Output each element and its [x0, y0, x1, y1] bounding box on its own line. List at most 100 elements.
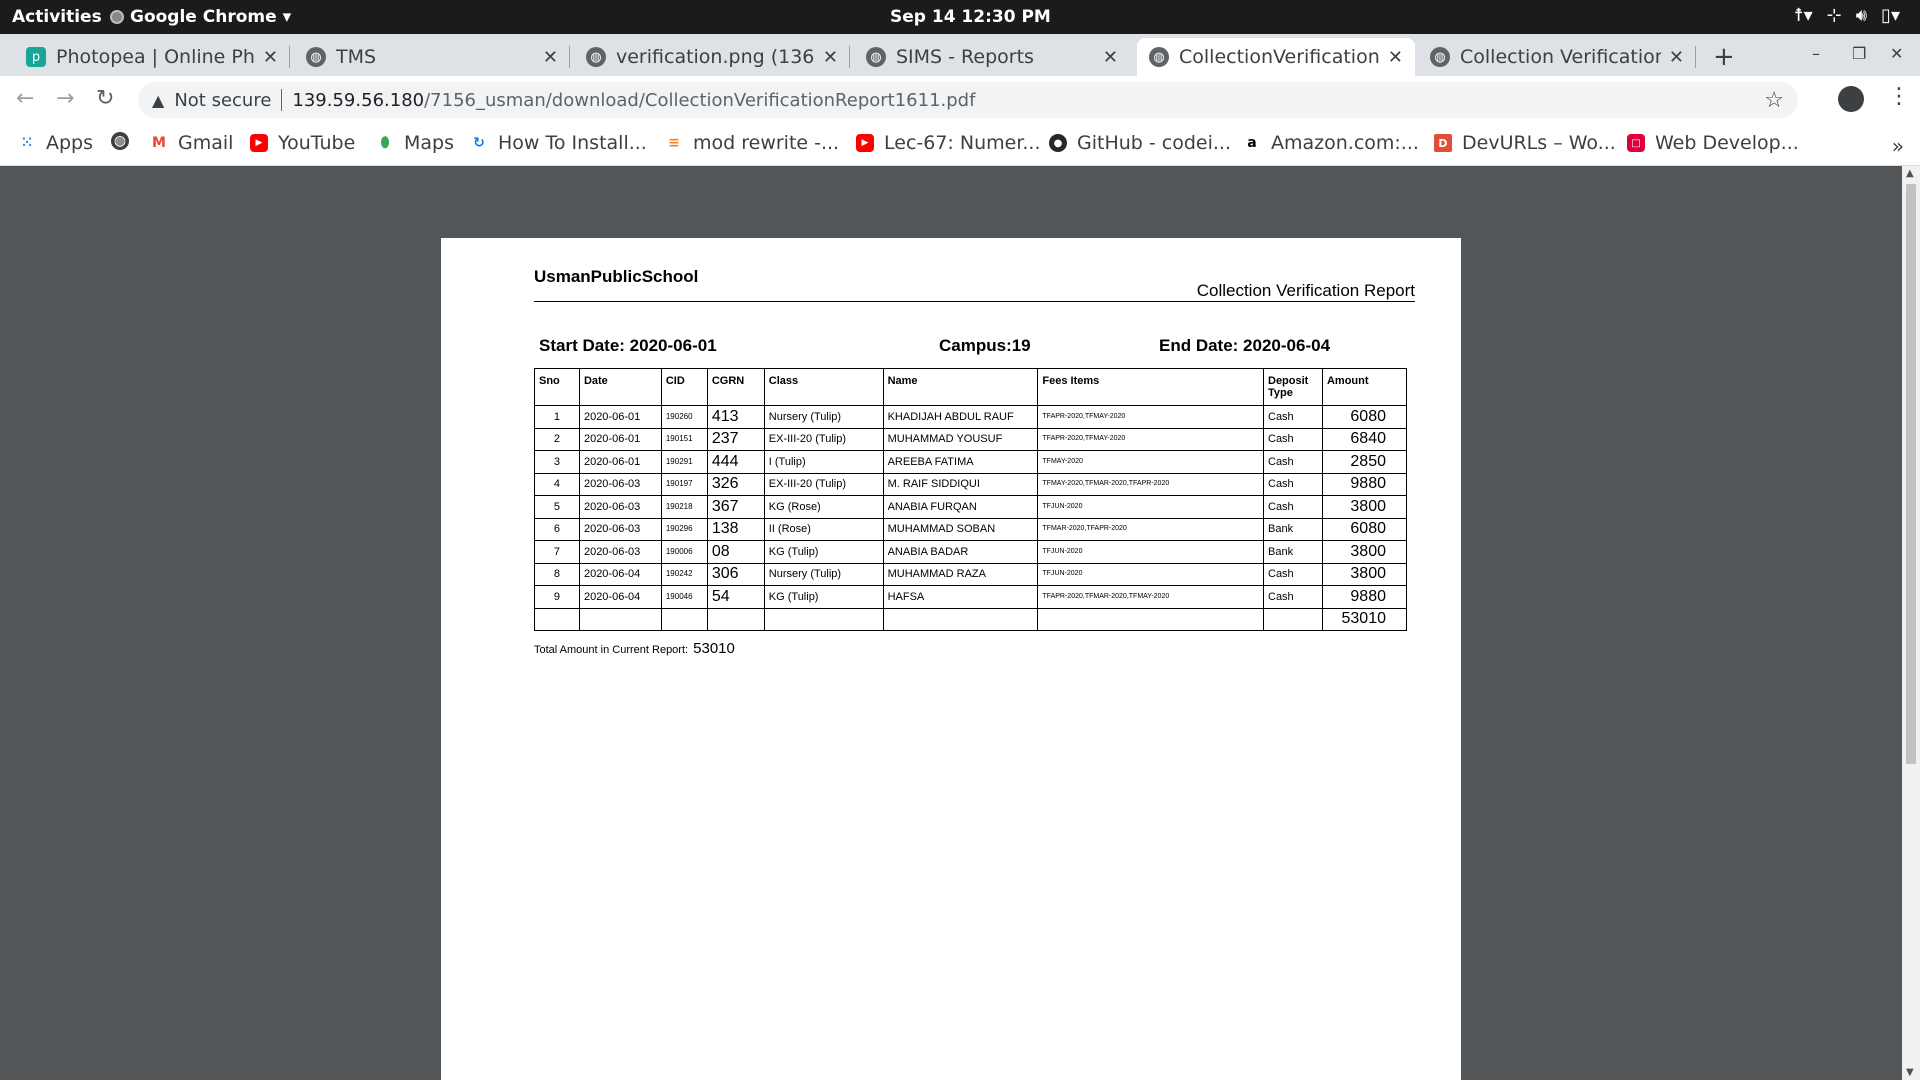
tab-title: TMS	[336, 46, 377, 68]
globe-icon: ◍	[306, 47, 326, 67]
accessibility-icon[interactable]: ☨▾	[1794, 5, 1813, 26]
table-cell: 9880	[1321, 585, 1408, 609]
tab-tms[interactable]: ◍ TMS ✕	[294, 38, 570, 76]
app-menu[interactable]: Google Chrome ▾	[110, 7, 291, 27]
tab-collection-verification-pdf[interactable]: ◍ CollectionVerificationR ✕	[1137, 38, 1415, 76]
tab-separator	[569, 46, 570, 68]
column-header: Name	[882, 368, 1039, 406]
table-cell: MUHAMMAD RAZA	[882, 562, 1039, 586]
table-cell: M. RAIF SIDDIQUI	[882, 472, 1039, 496]
tab-photopea[interactable]: p Photopea | Online Phot ✕	[14, 38, 290, 76]
column-header: CID	[660, 368, 708, 406]
table-cell: 444	[706, 450, 765, 474]
bookmark-lec-67[interactable]: ▶ Lec-67: Numer...	[856, 132, 1041, 154]
url-path[interactable]: /7156_usman/download/CollectionVerificat…	[424, 90, 975, 111]
table-cell: TFMAR-2020,TFAPR-2020	[1037, 517, 1264, 541]
app-name: Google Chrome	[130, 7, 277, 27]
bookmark-star-icon[interactable]: ☆	[1764, 88, 1784, 113]
column-header: Deposit Type	[1263, 368, 1323, 406]
globe-icon: ◍	[586, 47, 606, 67]
table-cell: 9	[534, 585, 580, 609]
bookmark-label: Amazon.com:...	[1271, 132, 1419, 154]
close-icon[interactable]: ✕	[1388, 47, 1403, 68]
tab-title: SIMS - Reports	[896, 46, 1034, 68]
bookmark-label: Web Develop...	[1655, 132, 1799, 154]
youtube-icon: ▶	[856, 134, 874, 152]
bookmark-web-develop[interactable]: □ Web Develop...	[1627, 132, 1799, 154]
tab-title: Collection Verification R	[1460, 46, 1661, 68]
table-cell: 190242	[660, 562, 708, 586]
table-cell: TFAPR-2020,TFMAR-2020,TFMAY-2020	[1037, 585, 1264, 609]
tab-collection-verification[interactable]: ◍ Collection Verification R ✕	[1418, 38, 1696, 76]
table-cell: Bank	[1263, 517, 1323, 541]
chevron-down-icon: ▾	[282, 7, 292, 27]
table-cell: 08	[706, 540, 765, 564]
system-status-area[interactable]: ☨▾ ⊹ 🔊︎ ▯▾	[1794, 5, 1900, 26]
close-icon[interactable]: ✕	[263, 47, 278, 68]
viewer-scrollbar[interactable]: ▲ ▼	[1902, 166, 1920, 1080]
header-rule	[534, 301, 1415, 302]
close-icon[interactable]: ✕	[1103, 47, 1118, 68]
reload-icon[interactable]: ↻	[96, 86, 114, 111]
bookmark-youtube[interactable]: ▶ YouTube	[250, 132, 355, 154]
close-icon[interactable]: ✕	[543, 47, 558, 68]
bookmark-how-to-install[interactable]: ↻ How To Install...	[470, 132, 647, 154]
bookmarks-overflow-icon[interactable]: »	[1892, 134, 1904, 158]
table-cell: 3	[534, 450, 580, 474]
clock[interactable]: Sep 14 12:30 PM	[890, 7, 1051, 27]
table-cell: 5	[534, 495, 580, 519]
table-cell: Cash	[1263, 495, 1323, 519]
kebab-menu-icon[interactable]: ⋮	[1888, 84, 1910, 109]
table-cell: Cash	[1263, 405, 1323, 429]
table-cell: 2020-06-04	[578, 562, 662, 586]
scroll-up-icon[interactable]: ▲	[1906, 168, 1914, 179]
globe-icon: ◍	[1149, 47, 1169, 67]
tab-title: CollectionVerificationR	[1179, 46, 1380, 68]
bookmarks-bar: ⁙ Apps ◍ M Gmail ▶ YouTube ⬮ Maps ↻ How To In…	[0, 124, 1920, 166]
table-sum-row: 53010	[534, 607, 1408, 631]
column-header: Sno	[534, 368, 580, 406]
security-label[interactable]: Not secure	[174, 90, 271, 111]
devurls-icon: D	[1434, 134, 1452, 152]
restore-icon[interactable]: ❐	[1852, 44, 1866, 63]
bookmark-label: Gmail	[178, 132, 234, 154]
warning-triangle-icon[interactable]: ▲	[152, 91, 164, 110]
url-host[interactable]: 139.59.56.180	[292, 90, 424, 111]
table-cell: MUHAMMAD YOUSUF	[882, 427, 1039, 451]
table-cell: TFJUN-2020	[1037, 495, 1264, 519]
bookmark-globe[interactable]: ◍	[111, 132, 139, 150]
bookmark-apps[interactable]: ⁙ Apps	[18, 132, 93, 154]
tab-verification-png[interactable]: ◍ verification.png (1360× ✕	[574, 38, 850, 76]
bookmark-github[interactable]: ● GitHub - codei...	[1049, 132, 1231, 154]
profile-avatar-icon[interactable]	[1838, 86, 1864, 112]
table-cell	[1037, 607, 1264, 631]
scrollbar-thumb[interactable]	[1906, 184, 1916, 764]
bookmark-amazon[interactable]: a Amazon.com:...	[1243, 132, 1419, 154]
photopea-icon: p	[26, 47, 46, 67]
table-cell: 6	[534, 517, 580, 541]
bookmark-devurls[interactable]: D DevURLs – Wo...	[1434, 132, 1616, 154]
bookmark-label: How To Install...	[498, 132, 647, 154]
address-bar[interactable]: ▲ Not secure 139.59.56.180 /7156_usman/d…	[138, 82, 1798, 118]
bookmark-maps[interactable]: ⬮ Maps	[376, 132, 454, 154]
table-cell: 190006	[660, 540, 708, 564]
tab-separator	[1695, 46, 1696, 68]
bookmark-mod-rewrite[interactable]: ≡ mod rewrite -...	[665, 132, 839, 154]
pdf-page: UsmanPublicSchool Collection Verificatio…	[441, 238, 1461, 1080]
table-cell: 1	[534, 405, 580, 429]
scroll-down-icon[interactable]: ▼	[1906, 1067, 1914, 1078]
window-close-icon[interactable]: ✕	[1890, 44, 1903, 63]
close-icon[interactable]: ✕	[1669, 47, 1684, 68]
tab-sims-reports[interactable]: ◍ SIMS - Reports ✕	[854, 38, 1130, 76]
bookmark-gmail[interactable]: M Gmail	[150, 132, 233, 154]
activities-button[interactable]: Activities	[12, 7, 102, 27]
table-cell	[763, 607, 884, 631]
github-icon: ●	[1049, 134, 1067, 152]
minimize-icon[interactable]: –	[1812, 44, 1820, 63]
column-header: CGRN	[706, 368, 765, 406]
back-arrow-icon[interactable]: ←	[16, 86, 34, 111]
table-cell	[706, 607, 765, 631]
new-tab-button[interactable]: +	[1713, 42, 1735, 72]
forward-arrow-icon[interactable]: →	[56, 86, 74, 111]
close-icon[interactable]: ✕	[823, 47, 838, 68]
